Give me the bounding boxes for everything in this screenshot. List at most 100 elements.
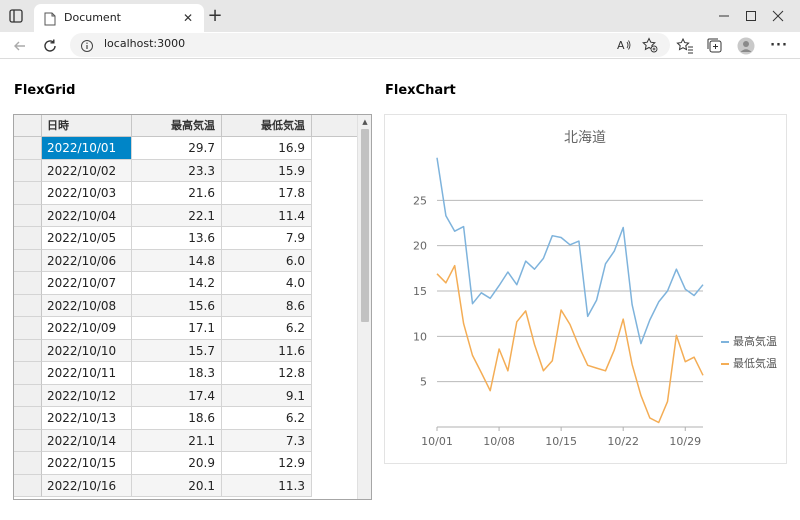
tab-actions-icon[interactable] bbox=[8, 8, 24, 24]
column-header-date[interactable]: 日時 bbox=[42, 115, 132, 137]
min-temp-cell[interactable]: 15.9 bbox=[222, 159, 312, 182]
date-cell[interactable]: 2022/10/05 bbox=[42, 227, 132, 250]
max-temp-cell[interactable]: 17.1 bbox=[132, 317, 222, 340]
min-temp-cell[interactable]: 9.1 bbox=[222, 384, 312, 407]
table-row[interactable]: 2022/10/10 15.7 11.6 bbox=[14, 339, 358, 362]
table-row[interactable]: 2022/10/03 21.6 17.8 bbox=[14, 182, 358, 205]
min-temp-cell[interactable]: 6.2 bbox=[222, 317, 312, 340]
maximize-icon[interactable] bbox=[741, 6, 761, 26]
minimize-icon[interactable] bbox=[714, 6, 734, 26]
table-row[interactable]: 2022/10/13 18.6 6.2 bbox=[14, 407, 358, 430]
date-cell[interactable]: 2022/10/12 bbox=[42, 384, 132, 407]
table-row[interactable]: 2022/10/06 14.8 6.0 bbox=[14, 249, 358, 272]
max-temp-cell[interactable]: 21.1 bbox=[132, 429, 222, 452]
add-favorite-icon[interactable] bbox=[642, 37, 658, 53]
window-close-icon[interactable] bbox=[768, 6, 788, 26]
row-header-cell[interactable] bbox=[14, 384, 42, 407]
column-header-min-temp[interactable]: 最低気温 bbox=[222, 115, 312, 137]
min-temp-cell[interactable]: 11.6 bbox=[222, 339, 312, 362]
table-row[interactable]: 2022/10/04 22.1 11.4 bbox=[14, 204, 358, 227]
row-header-cell[interactable] bbox=[14, 407, 42, 430]
min-temp-cell[interactable]: 8.6 bbox=[222, 294, 312, 317]
date-cell[interactable]: 2022/10/08 bbox=[42, 294, 132, 317]
column-header-max-temp[interactable]: 最高気温 bbox=[132, 115, 222, 137]
min-temp-cell[interactable]: 12.8 bbox=[222, 362, 312, 385]
browser-tab-document[interactable]: Document ✕ bbox=[34, 4, 204, 32]
min-temp-cell[interactable]: 7.9 bbox=[222, 227, 312, 250]
max-temp-cell[interactable]: 23.3 bbox=[132, 159, 222, 182]
site-info-icon[interactable] bbox=[80, 38, 94, 52]
flexgrid[interactable]: 日時 最高気温 最低気温 2022/10/01 29.7 16.9 2022/10/0… bbox=[13, 114, 372, 500]
table-row[interactable]: 2022/10/01 29.7 16.9 bbox=[14, 137, 358, 160]
max-temp-cell[interactable]: 18.6 bbox=[132, 407, 222, 430]
back-arrow-icon[interactable] bbox=[10, 36, 30, 56]
table-row[interactable]: 2022/10/15 20.9 12.9 bbox=[14, 452, 358, 475]
read-aloud-icon[interactable]: A bbox=[616, 37, 632, 53]
row-header-cell[interactable] bbox=[14, 452, 42, 475]
profile-avatar-icon[interactable] bbox=[737, 37, 755, 55]
max-temp-cell[interactable]: 15.6 bbox=[132, 294, 222, 317]
reload-icon[interactable] bbox=[40, 36, 60, 56]
row-header-cell[interactable] bbox=[14, 294, 42, 317]
max-temp-cell[interactable]: 21.6 bbox=[132, 182, 222, 205]
new-tab-button[interactable]: + bbox=[206, 7, 224, 25]
row-header-cell[interactable] bbox=[14, 227, 42, 250]
date-cell[interactable]: 2022/10/04 bbox=[42, 204, 132, 227]
min-temp-cell[interactable]: 6.2 bbox=[222, 407, 312, 430]
table-row[interactable]: 2022/10/02 23.3 15.9 bbox=[14, 159, 358, 182]
min-temp-cell[interactable]: 16.9 bbox=[222, 137, 312, 160]
max-temp-cell[interactable]: 14.8 bbox=[132, 249, 222, 272]
table-row[interactable]: 2022/10/07 14.2 4.0 bbox=[14, 272, 358, 295]
table-row[interactable]: 2022/10/12 17.4 9.1 bbox=[14, 384, 358, 407]
date-cell[interactable]: 2022/10/03 bbox=[42, 182, 132, 205]
min-temp-cell[interactable]: 17.8 bbox=[222, 182, 312, 205]
row-header-cell[interactable] bbox=[14, 362, 42, 385]
scroll-up-arrow-icon[interactable]: ▲ bbox=[358, 115, 371, 129]
date-cell[interactable]: 2022/10/14 bbox=[42, 429, 132, 452]
scrollbar-thumb[interactable] bbox=[361, 129, 369, 322]
row-header-cell[interactable] bbox=[14, 272, 42, 295]
table-row[interactable]: 2022/10/11 18.3 12.8 bbox=[14, 362, 358, 385]
max-temp-cell[interactable]: 20.1 bbox=[132, 474, 222, 497]
date-cell[interactable]: 2022/10/09 bbox=[42, 317, 132, 340]
address-bar[interactable]: localhost:3000 A bbox=[70, 33, 670, 57]
row-header-cell[interactable] bbox=[14, 339, 42, 362]
table-row[interactable]: 2022/10/14 21.1 7.3 bbox=[14, 429, 358, 452]
tab-close-icon[interactable]: ✕ bbox=[180, 10, 196, 26]
date-cell[interactable]: 2022/10/16 bbox=[42, 474, 132, 497]
max-temp-cell[interactable]: 15.7 bbox=[132, 339, 222, 362]
min-temp-cell[interactable]: 11.4 bbox=[222, 204, 312, 227]
date-cell[interactable]: 2022/10/11 bbox=[42, 362, 132, 385]
date-cell[interactable]: 2022/10/02 bbox=[42, 159, 132, 182]
row-header-cell[interactable] bbox=[14, 429, 42, 452]
date-cell[interactable]: 2022/10/01 bbox=[42, 137, 132, 160]
row-header-cell[interactable] bbox=[14, 474, 42, 497]
row-header-cell[interactable] bbox=[14, 317, 42, 340]
table-row[interactable]: 2022/10/09 17.1 6.2 bbox=[14, 317, 358, 340]
grid-vertical-scrollbar[interactable]: ▲ bbox=[357, 115, 371, 499]
min-temp-cell[interactable]: 4.0 bbox=[222, 272, 312, 295]
date-cell[interactable]: 2022/10/15 bbox=[42, 452, 132, 475]
table-row[interactable]: 2022/10/08 15.6 8.6 bbox=[14, 294, 358, 317]
date-cell[interactable]: 2022/10/10 bbox=[42, 339, 132, 362]
max-temp-cell[interactable]: 18.3 bbox=[132, 362, 222, 385]
min-temp-cell[interactable]: 12.9 bbox=[222, 452, 312, 475]
max-temp-cell[interactable]: 22.1 bbox=[132, 204, 222, 227]
more-menu-icon[interactable]: ··· bbox=[770, 37, 788, 55]
row-header-cell[interactable] bbox=[14, 204, 42, 227]
date-cell[interactable]: 2022/10/06 bbox=[42, 249, 132, 272]
min-temp-cell[interactable]: 11.3 bbox=[222, 474, 312, 497]
date-cell[interactable]: 2022/10/07 bbox=[42, 272, 132, 295]
row-header-cell[interactable] bbox=[14, 159, 42, 182]
date-cell[interactable]: 2022/10/13 bbox=[42, 407, 132, 430]
min-temp-cell[interactable]: 6.0 bbox=[222, 249, 312, 272]
min-temp-cell[interactable]: 7.3 bbox=[222, 429, 312, 452]
favorites-icon[interactable] bbox=[676, 37, 694, 55]
row-header-cell[interactable] bbox=[14, 137, 42, 160]
table-row[interactable]: 2022/10/05 13.6 7.9 bbox=[14, 227, 358, 250]
max-temp-cell[interactable]: 20.9 bbox=[132, 452, 222, 475]
max-temp-cell[interactable]: 29.7 bbox=[132, 137, 222, 160]
row-header-cell[interactable] bbox=[14, 182, 42, 205]
collections-icon[interactable] bbox=[706, 37, 724, 55]
table-row[interactable]: 2022/10/16 20.1 11.3 bbox=[14, 474, 358, 497]
